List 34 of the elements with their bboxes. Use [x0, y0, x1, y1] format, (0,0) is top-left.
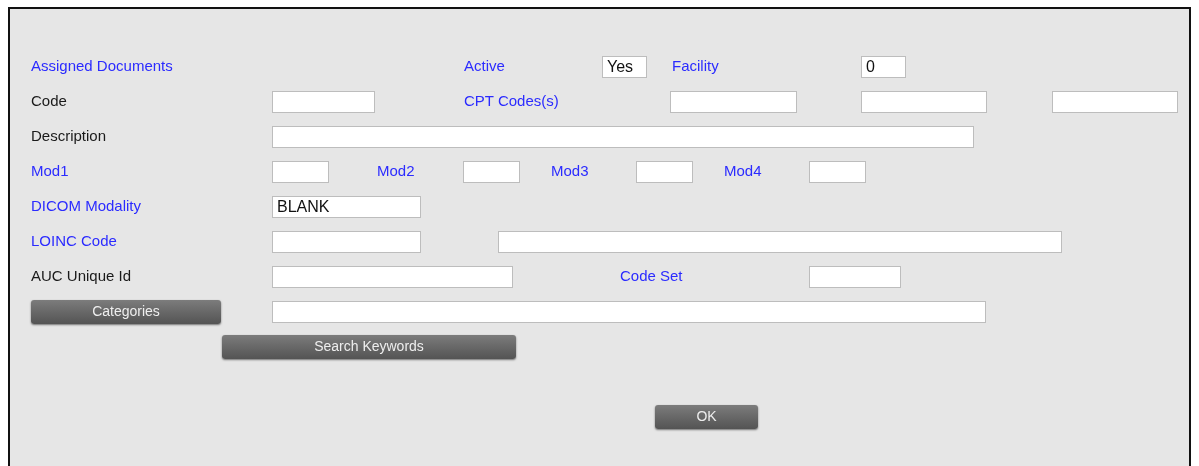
input-field[interactable]: 0: [861, 55, 906, 78]
input-field[interactable]: [272, 125, 974, 148]
input-field[interactable]: [498, 230, 1062, 253]
field-label[interactable]: LOINC Code: [31, 230, 272, 253]
input-field[interactable]: [272, 265, 513, 288]
input-field[interactable]: [670, 90, 797, 113]
action-button[interactable]: Search Keywords: [222, 334, 516, 359]
field-label[interactable]: DICOM Modality: [31, 195, 272, 218]
field-label[interactable]: Mod1: [31, 160, 272, 183]
input-field[interactable]: [809, 160, 866, 183]
input-field[interactable]: [1052, 90, 1178, 113]
field-label: AUC Unique Id: [31, 266, 133, 287]
input-field[interactable]: [272, 230, 421, 253]
action-button[interactable]: Categories: [31, 299, 221, 324]
field-label[interactable]: Mod2: [377, 160, 463, 183]
field-label[interactable]: Mod3: [551, 160, 636, 183]
input-field[interactable]: BLANK: [272, 195, 421, 218]
field-label[interactable]: CPT Codes(s): [464, 90, 670, 113]
field-label[interactable]: Facility: [672, 55, 861, 78]
field-label: Description: [31, 126, 108, 147]
field-label[interactable]: Mod4: [724, 160, 809, 183]
input-field[interactable]: [809, 265, 901, 288]
input-field[interactable]: [463, 160, 520, 183]
field-label[interactable]: Assigned Documents: [31, 55, 464, 78]
field-label[interactable]: Code Set: [620, 265, 809, 288]
input-field[interactable]: Yes: [602, 55, 647, 78]
input-field[interactable]: [636, 160, 693, 183]
input-field[interactable]: [272, 90, 375, 113]
action-button[interactable]: OK: [655, 404, 758, 429]
field-label: Code: [31, 91, 68, 112]
input-field[interactable]: [272, 160, 329, 183]
field-label[interactable]: Active: [464, 55, 602, 78]
input-field[interactable]: [861, 90, 987, 113]
input-field[interactable]: [272, 300, 986, 323]
